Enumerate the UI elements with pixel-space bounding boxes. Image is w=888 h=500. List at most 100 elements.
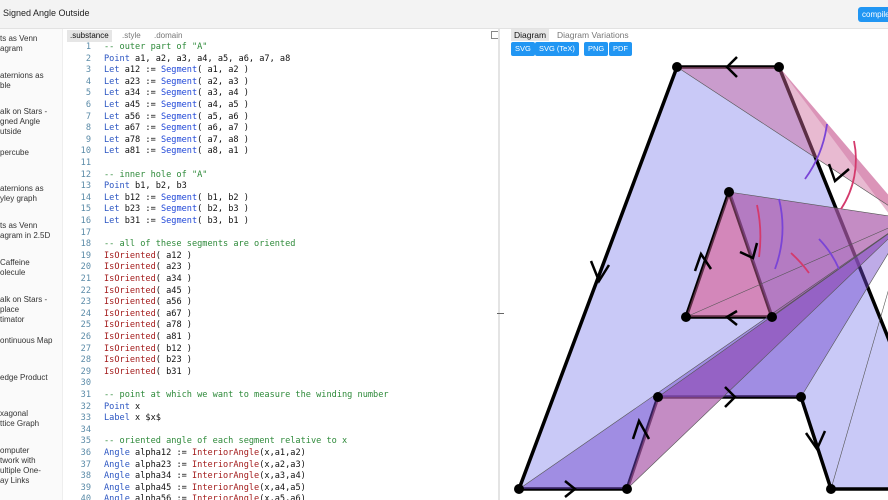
example-item[interactable]: xagonal ttice Graph: [0, 409, 62, 429]
code-text: -- inner hole of "A": [104, 170, 207, 182]
code-text: Let b31 := Segment( b3, b1 ): [104, 216, 249, 228]
line-number: 8: [85, 123, 91, 134]
code-token: Let: [104, 76, 120, 87]
code-token: InteriorAngle: [191, 448, 260, 458]
code-token: Let: [104, 100, 120, 110]
code-token: b1, b2, b3: [129, 181, 187, 192]
code-token: a12 :=: [119, 65, 161, 76]
example-item[interactable]: Caffeine olecule: [0, 258, 62, 278]
compile-button[interactable]: compile: [858, 7, 888, 22]
line-number: 13: [80, 181, 91, 192]
line-number: 26: [80, 332, 91, 342]
tab-substance[interactable]: .substance: [67, 30, 112, 42]
line-number: 31: [80, 390, 91, 400]
code-token: IsOriented: [104, 355, 156, 366]
line-number: 35: [80, 436, 91, 447]
code-token: -- all of these segments are oriented: [104, 239, 296, 250]
line-number: 38: [80, 471, 91, 482]
tab-diagram-variations[interactable]: Diagram Variations: [554, 29, 632, 41]
examples-sidebar: ts as Venn agram aternions as ble alk on Sta…: [0, 29, 62, 500]
vertex-a7: [622, 484, 632, 494]
line-number: 2: [85, 53, 91, 64]
divider-grip-icon[interactable]: [497, 313, 504, 314]
code-token: Label: [104, 413, 130, 424]
line-number: 14: [80, 192, 91, 203]
line-number: 11: [80, 158, 91, 168]
code-token: alpha12 :=: [129, 448, 192, 458]
code-token: Let: [104, 146, 120, 157]
pane-divider[interactable]: [498, 29, 500, 500]
example-item[interactable]: alk on Stars - gned Angle utside: [0, 107, 62, 137]
code-token: b12 :=: [119, 192, 161, 203]
export-svg-tex-button[interactable]: SVG (TeX): [535, 42, 579, 56]
code-token: ( a1, a2 ): [197, 65, 249, 76]
code-token: ( a56 ): [155, 297, 192, 308]
code-token: Let: [104, 88, 120, 99]
example-item-label: ts as Venn: [0, 221, 38, 230]
code-area[interactable]: 1 -- outer part of "A" 2 Point a1, a2, a3, …: [63, 42, 499, 500]
tab-diagram[interactable]: Diagram: [511, 29, 550, 41]
tab-style[interactable]: .style: [119, 30, 144, 42]
code-token: ( a34 ): [155, 274, 192, 284]
line-number: 33: [80, 413, 91, 424]
code-token: a45 :=: [119, 100, 161, 110]
line-number: 10: [80, 146, 91, 157]
example-item[interactable]: ts as Venn agram in 2.5D: [0, 221, 62, 241]
code-text: Angle alpha56 := InteriorAngle(x,a5,a6): [104, 494, 306, 500]
example-item[interactable]: percube: [0, 148, 62, 158]
export-svg-button[interactable]: SVG: [511, 42, 535, 56]
vertex-a1: [672, 62, 682, 72]
code-text: IsOriented( a81 ): [104, 332, 192, 344]
tab-domain[interactable]: .domain: [151, 30, 185, 42]
example-item[interactable]: ts as Venn agram: [0, 34, 62, 54]
code-text: IsOriented( b12 ): [104, 344, 192, 356]
line-number: 16: [80, 216, 91, 226]
code-token: Segment: [160, 134, 198, 145]
example-item-label: Caffeine: [0, 258, 30, 267]
example-item[interactable]: alk on Stars - place timator: [0, 295, 62, 325]
code-token: Let: [104, 192, 120, 203]
line-number: 23: [80, 297, 91, 308]
code-token: a34 :=: [119, 88, 161, 99]
code-token: IsOriented: [104, 320, 156, 331]
example-item-label: alk on Stars -: [0, 295, 48, 304]
line-number: 15: [80, 204, 91, 215]
code-token: Segment: [160, 204, 198, 215]
code-token: ( a3, a4 ): [197, 88, 249, 99]
example-item[interactable]: omputer twork with ultiple One-ay Links: [0, 446, 62, 486]
code-token: IsOriented: [104, 285, 156, 296]
code-token: b31 :=: [119, 216, 161, 226]
example-item-label: percube: [0, 148, 29, 157]
code-text: IsOriented( a67 ): [104, 309, 192, 321]
line-number: 28: [80, 355, 91, 366]
editor-tabs: .substance .style .domain: [63, 29, 499, 42]
code-text: Point a1, a2, a3, a4, a5, a6, a7, a8: [104, 54, 290, 66]
code-token: Angle: [104, 482, 130, 493]
line-number: 29: [80, 366, 91, 377]
code-text: IsOriented( a45 ): [104, 286, 192, 298]
example-item-label: gned Angle: [0, 117, 41, 126]
export-png-button[interactable]: PNG: [584, 42, 609, 56]
example-item-label: ultiple One-: [0, 466, 41, 475]
example-item[interactable]: aternions as ble: [0, 71, 62, 91]
line-number: 25: [80, 320, 91, 331]
example-item[interactable]: aternions as yley graph: [0, 184, 62, 204]
example-item-label: place: [0, 305, 20, 314]
code-token: ( a4, a5 ): [197, 100, 249, 110]
code-text: Angle alpha12 := InteriorAngle(x,a1,a2): [104, 448, 306, 460]
code-token: ( b1, b2 ): [197, 192, 249, 203]
code-token: alpha34 :=: [129, 471, 192, 482]
code-token: ( b12 ): [155, 343, 192, 354]
code-text: Angle alpha34 := InteriorAngle(x,a3,a4): [104, 471, 306, 483]
code-text: Let a56 := Segment( a5, a6 ): [104, 112, 249, 124]
export-pdf-button[interactable]: PDF: [609, 42, 632, 56]
example-item[interactable]: ontinuous Map: [0, 336, 62, 346]
line-number: 12: [80, 169, 91, 180]
example-item[interactable]: edge Product: [0, 373, 62, 383]
vertex-a4: [826, 484, 836, 494]
code-token: -- point at which we want to measure the…: [104, 390, 389, 400]
code-token: ( a45 ): [155, 285, 192, 296]
code-token: ( a81 ): [155, 332, 192, 342]
code-token: InteriorAngle: [191, 471, 260, 482]
code-text: IsOriented( b23 ): [104, 355, 192, 367]
